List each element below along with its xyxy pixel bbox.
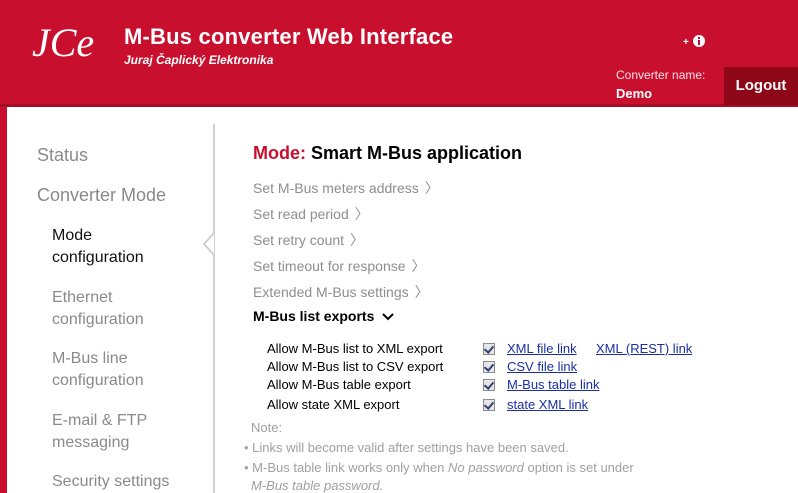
sidebar: Status Converter Mode Mode configuration… [7, 107, 217, 493]
export-row-label: Allow M-Bus table export [267, 377, 411, 392]
sidebar-item-label: E-mail & FTP [52, 412, 148, 429]
link-set-timeout[interactable]: Set timeout for response 〉 [253, 256, 426, 276]
sidebar-item-label: configuration [52, 311, 144, 328]
xml-file-link[interactable]: XML file link [507, 341, 577, 356]
converter-name-value: Demo [616, 86, 653, 101]
link-label: Set M-Bus meters address [253, 180, 419, 196]
chevron-right-icon: 〉 [411, 258, 426, 274]
note-emphasis: M-Bus table password. [251, 478, 384, 493]
logout-button[interactable]: Logout [724, 67, 798, 105]
header-bar [0, 0, 798, 107]
note-line: • M-Bus table link works only when No pa… [244, 460, 634, 475]
section-label: M-Bus list exports [253, 308, 375, 324]
svg-text:+: + [683, 37, 689, 48]
sidebar-item-status[interactable]: Status [37, 145, 88, 166]
link-extended-mbus-settings[interactable]: Extended M-Bus settings 〉 [253, 282, 429, 302]
link-set-meters-address[interactable]: Set M-Bus meters address 〉 [253, 178, 439, 198]
chevron-right-icon: 〉 [354, 206, 369, 222]
sidebar-item-ethernet-configuration[interactable]: Ethernet configuration [52, 287, 144, 331]
active-pointer-icon [202, 232, 215, 256]
note-emphasis: No password [447, 460, 524, 475]
chevron-down-icon [382, 313, 394, 321]
link-set-retry-count[interactable]: Set retry count 〉 [253, 230, 364, 250]
export-row-label: Allow M-Bus list to XML export [267, 341, 443, 356]
link-label: Extended M-Bus settings [253, 284, 409, 300]
note-text: Links will become valid after settings h… [252, 440, 569, 455]
sidebar-item-label: M-Bus line [52, 350, 128, 367]
sidebar-item-email-ftp-messaging[interactable]: E-mail & FTP messaging [52, 410, 147, 454]
mbus-list-exports-toggle[interactable]: M-Bus list exports [253, 308, 394, 324]
sidebar-item-security-settings[interactable]: Security settings [52, 471, 169, 493]
note-line: M-Bus table password. [251, 478, 383, 493]
chevron-right-icon: 〉 [414, 284, 429, 300]
xml-rest-link[interactable]: XML (REST) link [596, 341, 692, 356]
mbus-table-link[interactable]: M-Bus table link [507, 377, 599, 392]
note-line: • Links will become valid after settings… [244, 440, 569, 455]
chevron-right-icon: 〉 [424, 180, 439, 196]
company-name: Juraj Čaplický Elektronika [124, 53, 274, 67]
export-row-label: Allow state XML export [267, 397, 400, 412]
checkbox-csv-export[interactable] [483, 361, 495, 373]
note-title: Note: [251, 420, 283, 435]
sidebar-item-label: configuration [52, 372, 144, 389]
logo-text: JCe [32, 20, 94, 64]
company-logo: JCe [32, 20, 94, 64]
sidebar-item-mode-configuration[interactable]: Mode configuration [52, 225, 144, 269]
mode-value: Smart M-Bus application [311, 143, 523, 163]
sidebar-item-mbus-line-configuration[interactable]: M-Bus line configuration [52, 348, 144, 392]
link-label: Set timeout for response [253, 258, 406, 274]
export-row-label: Allow M-Bus list to CSV export [267, 359, 444, 374]
sidebar-item-converter-mode[interactable]: Converter Mode [37, 185, 166, 206]
mode-prefix: Mode: [253, 143, 306, 163]
note-text: M-Bus table link works only when [252, 460, 448, 475]
link-label: Set retry count [253, 232, 345, 248]
chevron-right-icon: 〉 [350, 232, 365, 248]
converter-name-label: Converter name: [616, 68, 706, 82]
link-set-read-period[interactable]: Set read period 〉 [253, 204, 369, 224]
checkbox-table-export[interactable] [483, 379, 495, 391]
page-title: Mode: Smart M-Bus application [253, 143, 522, 164]
app-title: M-Bus converter Web Interface [124, 24, 454, 49]
info-circle-icon[interactable]: + [683, 34, 711, 48]
note-text: option is set under [523, 460, 634, 475]
state-xml-link[interactable]: state XML link [507, 397, 588, 412]
sidebar-item-label: configuration [52, 249, 144, 266]
sidebar-divider [213, 124, 215, 493]
sidebar-item-label: messaging [52, 434, 130, 451]
csv-file-link[interactable]: CSV file link [507, 359, 577, 374]
sidebar-item-label: Security settings [52, 473, 170, 490]
left-rail [0, 107, 7, 493]
sidebar-item-label: Mode [52, 227, 93, 244]
checkbox-xml-export[interactable] [483, 343, 495, 355]
checkbox-state-xml-export[interactable] [483, 399, 495, 411]
link-label: Set read period [253, 206, 349, 222]
sidebar-item-label: Ethernet [52, 289, 113, 306]
